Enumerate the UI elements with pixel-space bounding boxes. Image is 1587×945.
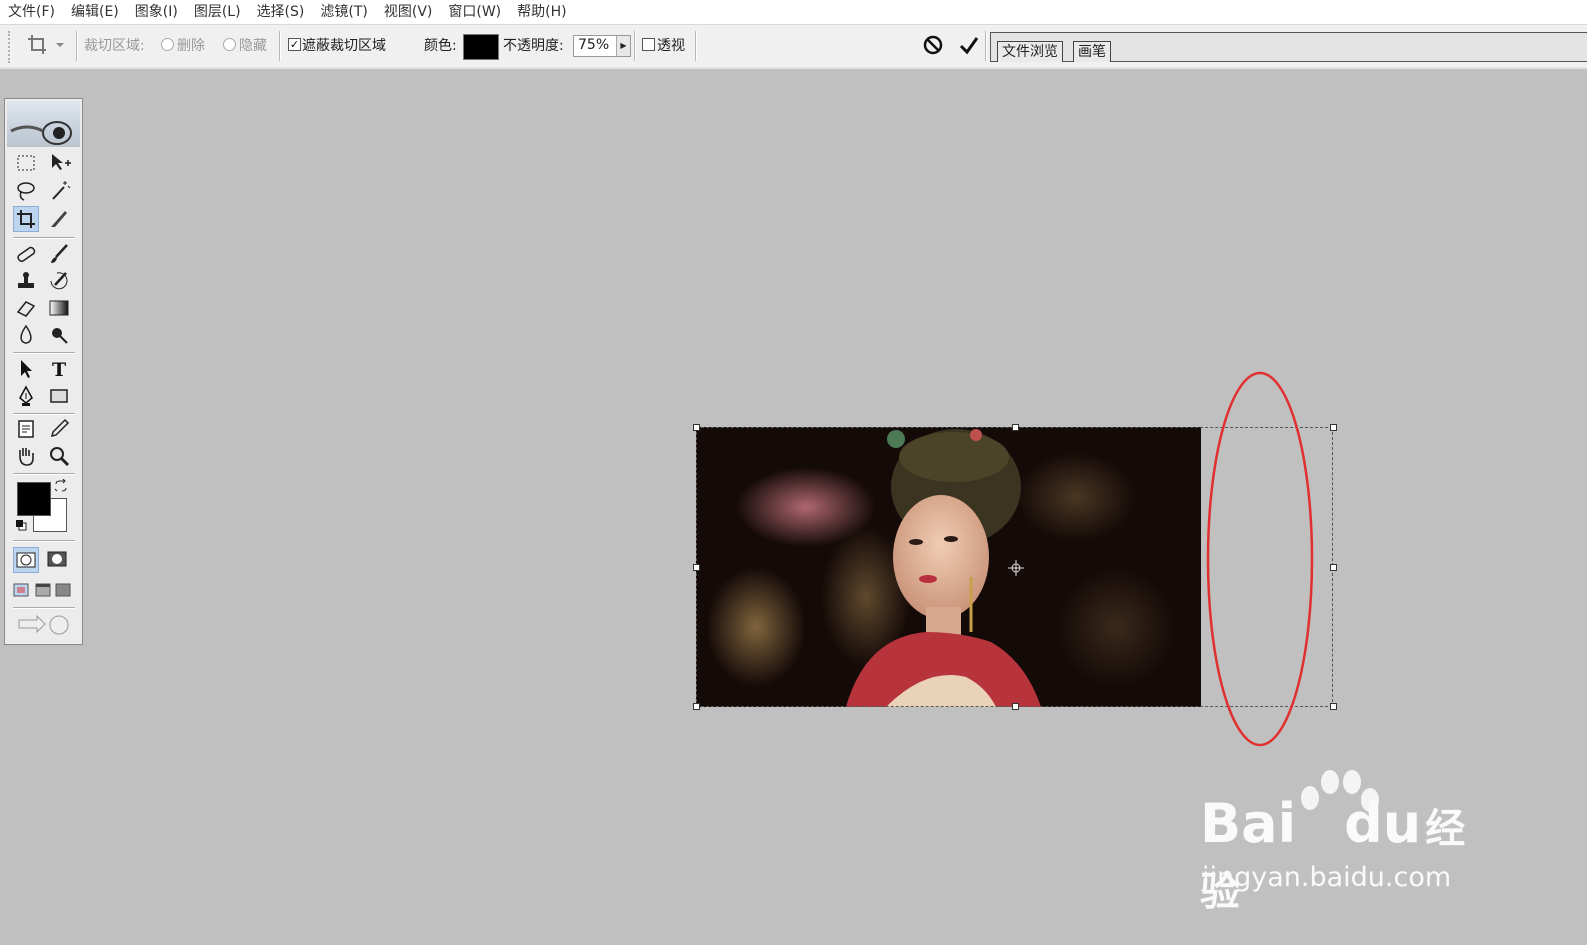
- toolbox: T: [4, 98, 83, 645]
- brand-du: du: [1344, 792, 1422, 855]
- tab-file-browser[interactable]: 文件浏览: [997, 41, 1063, 62]
- shield-label: 遮蔽裁切区域: [302, 38, 386, 54]
- shield-color-swatch[interactable]: [463, 34, 499, 60]
- divider: [13, 352, 75, 354]
- options-bar-grip[interactable]: [8, 31, 13, 63]
- path-selection-tool-icon[interactable]: [14, 357, 38, 381]
- delete-label: 删除: [177, 38, 205, 54]
- hide-label: 隐藏: [239, 38, 267, 54]
- crop-handle-bottom-right[interactable]: [1330, 703, 1337, 710]
- separator: [634, 31, 636, 61]
- dodge-tool-icon[interactable]: [47, 323, 71, 347]
- divider: [13, 413, 75, 415]
- divider: [13, 607, 75, 609]
- baidu-watermark: Bai du 经验 jingyan.baidu.com: [1200, 770, 1490, 915]
- menu-image[interactable]: 图象(I): [127, 0, 186, 24]
- menu-layer[interactable]: 图层(L): [186, 0, 249, 24]
- pen-tool-icon[interactable]: [14, 384, 38, 408]
- foreground-color-swatch[interactable]: [17, 482, 51, 516]
- svg-text:T: T: [52, 359, 66, 381]
- color-label: 颜色:: [424, 38, 457, 54]
- crop-area-label: 裁切区域:: [84, 38, 145, 54]
- palette-well: 文件浏览 画笔: [990, 32, 1587, 62]
- swap-colors-icon[interactable]: [54, 478, 68, 493]
- zoom-tool-icon[interactable]: [47, 444, 71, 468]
- crop-tool-icon[interactable]: [13, 206, 39, 232]
- hide-radio[interactable]: [223, 38, 236, 51]
- crop-handle-top-right[interactable]: [1330, 424, 1337, 431]
- gradient-tool-icon[interactable]: [47, 296, 71, 320]
- standard-mode-icon[interactable]: [13, 547, 39, 573]
- slice-tool-icon[interactable]: [47, 207, 71, 231]
- opacity-value: 75%: [578, 37, 610, 53]
- divider: [13, 473, 75, 475]
- menu-help[interactable]: 帮助(H): [509, 0, 574, 24]
- menu-bar: 文件(F) 编辑(E) 图象(I) 图层(L) 选择(S) 滤镜(T) 视图(V…: [0, 0, 1587, 25]
- tool-preset-crop-icon[interactable]: [26, 33, 66, 57]
- move-tool-icon[interactable]: [47, 151, 71, 175]
- notes-tool-icon[interactable]: [14, 417, 38, 441]
- brush-tool-icon[interactable]: [47, 242, 71, 266]
- commit-check-icon[interactable]: [955, 31, 983, 59]
- lasso-tool-icon[interactable]: [14, 179, 38, 203]
- baidu-brand: Bai du 经验: [1200, 792, 1490, 918]
- opacity-arrow-icon[interactable]: ▶: [616, 36, 630, 56]
- crop-handle-middle-right[interactable]: [1330, 564, 1337, 571]
- jump-to-imageready-icon[interactable]: [15, 612, 75, 638]
- default-colors-icon[interactable]: [15, 519, 27, 531]
- perspective-label: 透视: [657, 38, 685, 54]
- crop-handle-top-left[interactable]: [693, 424, 700, 431]
- menu-select[interactable]: 选择(S): [249, 0, 313, 24]
- crop-handle-top-center[interactable]: [1012, 424, 1019, 431]
- shape-tool-icon[interactable]: [47, 384, 71, 408]
- divider: [13, 540, 75, 542]
- menu-file[interactable]: 文件(F): [0, 0, 63, 24]
- healing-brush-tool-icon[interactable]: [14, 242, 38, 266]
- perspective-checkbox[interactable]: [642, 38, 655, 51]
- crop-handle-bottom-left[interactable]: [693, 703, 700, 710]
- tab-brushes[interactable]: 画笔: [1073, 41, 1111, 62]
- separator: [985, 31, 987, 61]
- full-screen-mode-icon[interactable]: [53, 580, 73, 604]
- separator: [76, 31, 78, 61]
- standard-screen-mode-icon[interactable]: [11, 580, 31, 604]
- divider: [13, 237, 75, 239]
- history-brush-tool-icon[interactable]: [47, 269, 71, 293]
- crop-handle-middle-left[interactable]: [693, 564, 700, 571]
- toolbox-header-logo[interactable]: [7, 101, 80, 147]
- baidu-url: jingyan.baidu.com: [1202, 862, 1452, 893]
- separator: [695, 31, 697, 61]
- brand-bai: Bai: [1200, 792, 1297, 855]
- opacity-field[interactable]: 75% ▶: [573, 35, 631, 57]
- marquee-tool-icon[interactable]: [14, 151, 38, 175]
- hand-tool-icon[interactable]: [14, 444, 38, 468]
- opacity-label: 不透明度:: [503, 38, 564, 54]
- menu-filter[interactable]: 滤镜(T): [312, 0, 375, 24]
- menu-edit[interactable]: 编辑(E): [63, 0, 127, 24]
- eraser-tool-icon[interactable]: [14, 296, 38, 320]
- crop-center-point-icon[interactable]: [1008, 560, 1024, 576]
- delete-radio[interactable]: [161, 38, 174, 51]
- type-tool-icon[interactable]: T: [47, 357, 71, 381]
- eyedropper-tool-icon[interactable]: [47, 417, 71, 441]
- separator: [279, 31, 281, 61]
- annotation-ellipse: [1205, 370, 1315, 750]
- crop-handle-bottom-center[interactable]: [1012, 703, 1019, 710]
- menu-view[interactable]: 视图(V): [376, 0, 441, 24]
- blur-tool-icon[interactable]: [14, 323, 38, 347]
- full-screen-menu-mode-icon[interactable]: [33, 580, 53, 604]
- shield-checkbox[interactable]: ✓: [288, 38, 301, 51]
- quick-mask-mode-icon[interactable]: [45, 547, 69, 571]
- magic-wand-tool-icon[interactable]: [47, 179, 71, 203]
- cancel-icon[interactable]: [919, 31, 947, 59]
- clone-stamp-tool-icon[interactable]: [14, 269, 38, 293]
- menu-window[interactable]: 窗口(W): [440, 0, 509, 24]
